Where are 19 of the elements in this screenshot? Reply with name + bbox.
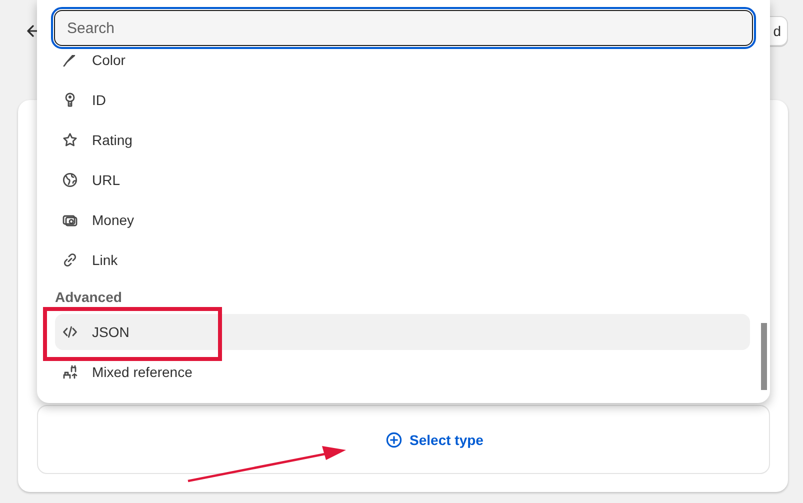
menu-item[interactable]: Rating: [55, 122, 750, 158]
globe-icon: [62, 172, 78, 188]
menu-item[interactable]: JSON: [55, 314, 750, 350]
menu-item[interactable]: Mixed reference: [55, 354, 750, 390]
menu-item[interactable]: ID: [55, 82, 750, 118]
menu-item[interactable]: URL: [55, 162, 750, 198]
search-field[interactable]: Search: [54, 10, 753, 46]
code-icon: [62, 324, 78, 340]
people-icon: [62, 364, 78, 380]
menu-item[interactable]: Color: [55, 55, 750, 78]
plus-circle-icon: [386, 432, 402, 448]
menu-item[interactable]: Link: [55, 242, 750, 278]
link-icon: [62, 252, 78, 268]
menu-item[interactable]: Money: [55, 202, 750, 238]
select-type-button[interactable]: Select type: [382, 430, 488, 450]
star-icon: [62, 132, 78, 148]
scrollbar[interactable]: [761, 323, 767, 390]
section-heading: Advanced: [55, 288, 123, 307]
pen-icon: [62, 55, 78, 68]
